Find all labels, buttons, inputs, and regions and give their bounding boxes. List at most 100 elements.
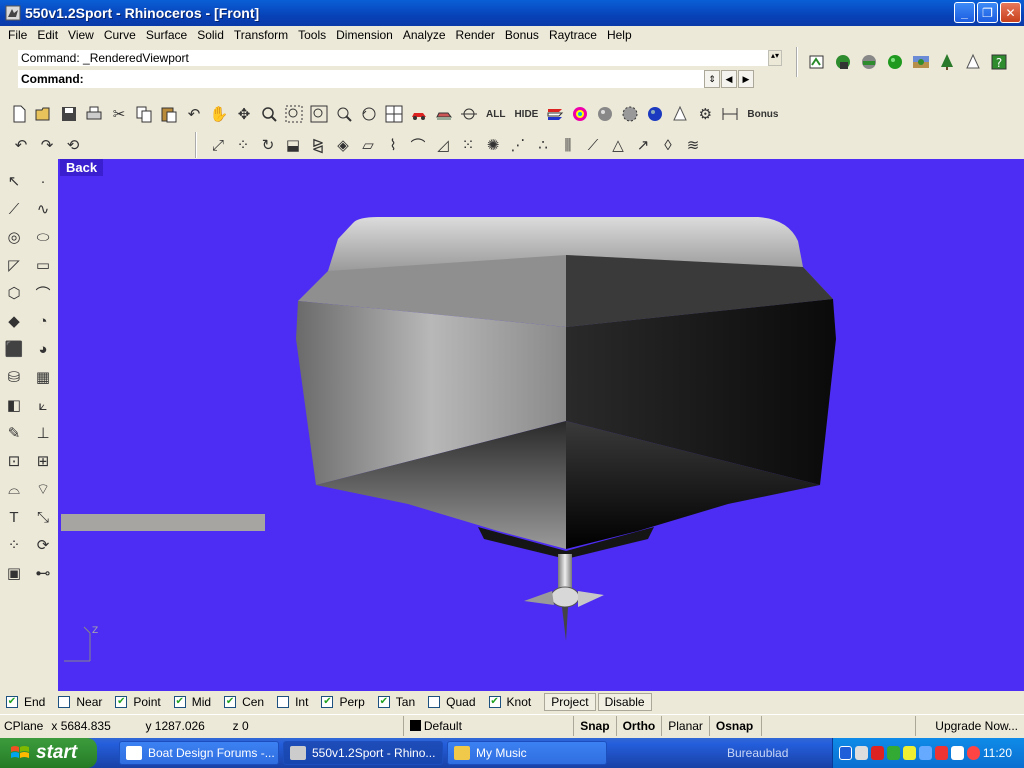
scroll-left-icon[interactable]: ◀ xyxy=(721,70,737,88)
grid-dots-icon[interactable]: ⁘ xyxy=(3,534,25,556)
rotate-icon[interactable]: ↻ xyxy=(257,134,279,156)
text-icon[interactable]: T xyxy=(3,506,25,528)
task-boat-forums[interactable]: Boat Design Forums -... xyxy=(119,741,279,765)
zoom-icon[interactable] xyxy=(258,103,280,125)
checkbox-quad[interactable] xyxy=(428,696,441,708)
osnap-tan[interactable]: ✔ Tan xyxy=(377,695,415,709)
restore-button[interactable]: ❐ xyxy=(977,2,998,23)
bonus-button[interactable]: Bonus xyxy=(744,109,781,120)
cut-icon[interactable]: ✂ xyxy=(108,103,130,125)
menu-dimension[interactable]: Dimension xyxy=(331,28,398,42)
select-arrow-icon[interactable]: ↖ xyxy=(3,170,25,192)
layer-panel[interactable]: Default xyxy=(402,715,573,736)
checkbox-tan[interactable]: ✔ xyxy=(377,696,390,708)
twist-icon[interactable]: ⌇ xyxy=(382,134,404,156)
osnap-toggle[interactable]: Osnap xyxy=(708,715,761,736)
point-icon[interactable]: · xyxy=(32,170,54,192)
rhino-app-icon[interactable] xyxy=(5,5,21,21)
front-viewport[interactable]: Back Z xyxy=(58,159,1024,691)
disable-button[interactable]: Disable xyxy=(597,693,652,711)
undo-icon[interactable]: ↶ xyxy=(183,103,205,125)
zoom-extents-icon[interactable] xyxy=(308,103,330,125)
osnap-point[interactable]: ✔ Point xyxy=(115,695,161,709)
help-icon[interactable]: ? xyxy=(988,51,1010,73)
menu-bonus[interactable]: Bonus xyxy=(500,28,544,42)
spotlight-icon[interactable] xyxy=(962,51,984,73)
checkbox-mid[interactable]: ✔ xyxy=(173,696,186,708)
checkbox-near[interactable] xyxy=(58,696,71,708)
new-file-icon[interactable] xyxy=(8,103,30,125)
osnap-perp[interactable]: ✔ Perp xyxy=(321,695,365,709)
command-input[interactable]: Command: xyxy=(18,70,704,88)
menu-view[interactable]: View xyxy=(63,28,99,42)
osnap-knot[interactable]: ✔ Knot xyxy=(488,695,531,709)
menu-help[interactable]: Help xyxy=(602,28,637,42)
orient-icon[interactable]: ◈ xyxy=(332,134,354,156)
spin-icon[interactable]: ⇕ xyxy=(704,70,720,88)
ortho-toggle[interactable]: Ortho xyxy=(615,715,662,736)
settings-gear-icon[interactable]: ⚙ xyxy=(694,103,716,125)
paste-icon[interactable] xyxy=(158,103,180,125)
snap-toggle[interactable]: Snap xyxy=(573,715,615,736)
group-icon[interactable]: ⊡ xyxy=(3,450,25,472)
revolve-icon[interactable]: ◔ xyxy=(32,310,54,332)
tray-shield-icon[interactable] xyxy=(871,746,885,760)
tray-volume-icon[interactable] xyxy=(950,746,964,760)
sphere-icon[interactable]: ◕ xyxy=(32,338,54,360)
tray-people-icon[interactable] xyxy=(918,746,932,760)
flow-icon[interactable]: ⋰ xyxy=(507,134,529,156)
save-render-icon[interactable] xyxy=(832,51,854,73)
scale-arrow-icon[interactable]: ⤡ xyxy=(32,506,54,528)
cylinder-icon[interactable]: ⛁ xyxy=(3,366,25,388)
mirror-icon[interactable]: ⧎ xyxy=(307,134,329,156)
menu-curve[interactable]: Curve xyxy=(99,28,141,42)
osnap-cen[interactable]: ✔ Cen xyxy=(224,695,264,709)
shaded-car-icon[interactable] xyxy=(433,103,455,125)
osnap-mid[interactable]: ✔ Mid xyxy=(173,695,211,709)
control-points-icon[interactable]: ⌓ xyxy=(3,478,25,500)
point-grid-icon[interactable]: ⁘ xyxy=(232,134,254,156)
save-icon[interactable] xyxy=(58,103,80,125)
light-cone-icon[interactable] xyxy=(669,103,691,125)
rectangle-icon[interactable]: ▭ xyxy=(32,254,54,276)
zoom-window-icon[interactable] xyxy=(283,103,305,125)
project-curve-icon[interactable]: ↗ xyxy=(632,134,654,156)
tray-network-icon[interactable] xyxy=(855,746,869,760)
polar-array-icon[interactable]: ✺ xyxy=(482,134,504,156)
menu-edit[interactable]: Edit xyxy=(32,28,63,42)
scroll-right-icon[interactable]: ▶ xyxy=(738,70,754,88)
light-sphere-icon[interactable] xyxy=(619,103,641,125)
checkbox-cen[interactable]: ✔ xyxy=(224,696,237,708)
task-my-music[interactable]: My Music xyxy=(447,741,607,765)
close-button[interactable]: ✕ xyxy=(1000,2,1021,23)
grid-snap-icon[interactable] xyxy=(458,103,480,125)
render-sphere-icon[interactable] xyxy=(884,51,906,73)
show-all-button[interactable]: ALL xyxy=(483,109,508,120)
triangle-icon[interactable]: △ xyxy=(607,134,629,156)
checkbox-point[interactable]: ✔ xyxy=(115,696,128,708)
boolean-icon[interactable]: ◧ xyxy=(3,394,25,416)
splop-icon[interactable]: ⟋ xyxy=(582,134,604,156)
trim-icon[interactable]: ✎ xyxy=(3,422,25,444)
osnap-near[interactable]: Near xyxy=(58,695,102,709)
minimize-button[interactable]: _ xyxy=(954,2,975,23)
tray-red-icon[interactable] xyxy=(934,746,948,760)
curve-icon[interactable]: ∿ xyxy=(32,198,54,220)
menu-solid[interactable]: Solid xyxy=(192,28,229,42)
taper-icon[interactable]: ◿ xyxy=(432,134,454,156)
undo-arrow-icon[interactable]: ↶ xyxy=(10,134,32,156)
polyline-icon[interactable]: ⟋ xyxy=(3,198,25,220)
four-viewports-icon[interactable] xyxy=(383,103,405,125)
fillet-icon[interactable]: ⟀ xyxy=(32,394,54,416)
layout-icon[interactable]: ▣ xyxy=(3,562,25,584)
open-folder-icon[interactable] xyxy=(33,103,55,125)
redo-arrow-icon[interactable]: ↷ xyxy=(36,134,58,156)
scale-icon[interactable]: ⬓ xyxy=(282,134,304,156)
desktop-toolbar-label[interactable]: Bureaublad xyxy=(727,746,817,760)
planar-toggle[interactable]: Planar xyxy=(661,715,709,736)
checkbox-knot[interactable]: ✔ xyxy=(488,696,501,708)
material-sphere-icon[interactable] xyxy=(594,103,616,125)
tree-icon[interactable] xyxy=(936,51,958,73)
print-icon[interactable] xyxy=(83,103,105,125)
move-points-icon[interactable]: ⤢ xyxy=(207,134,229,156)
